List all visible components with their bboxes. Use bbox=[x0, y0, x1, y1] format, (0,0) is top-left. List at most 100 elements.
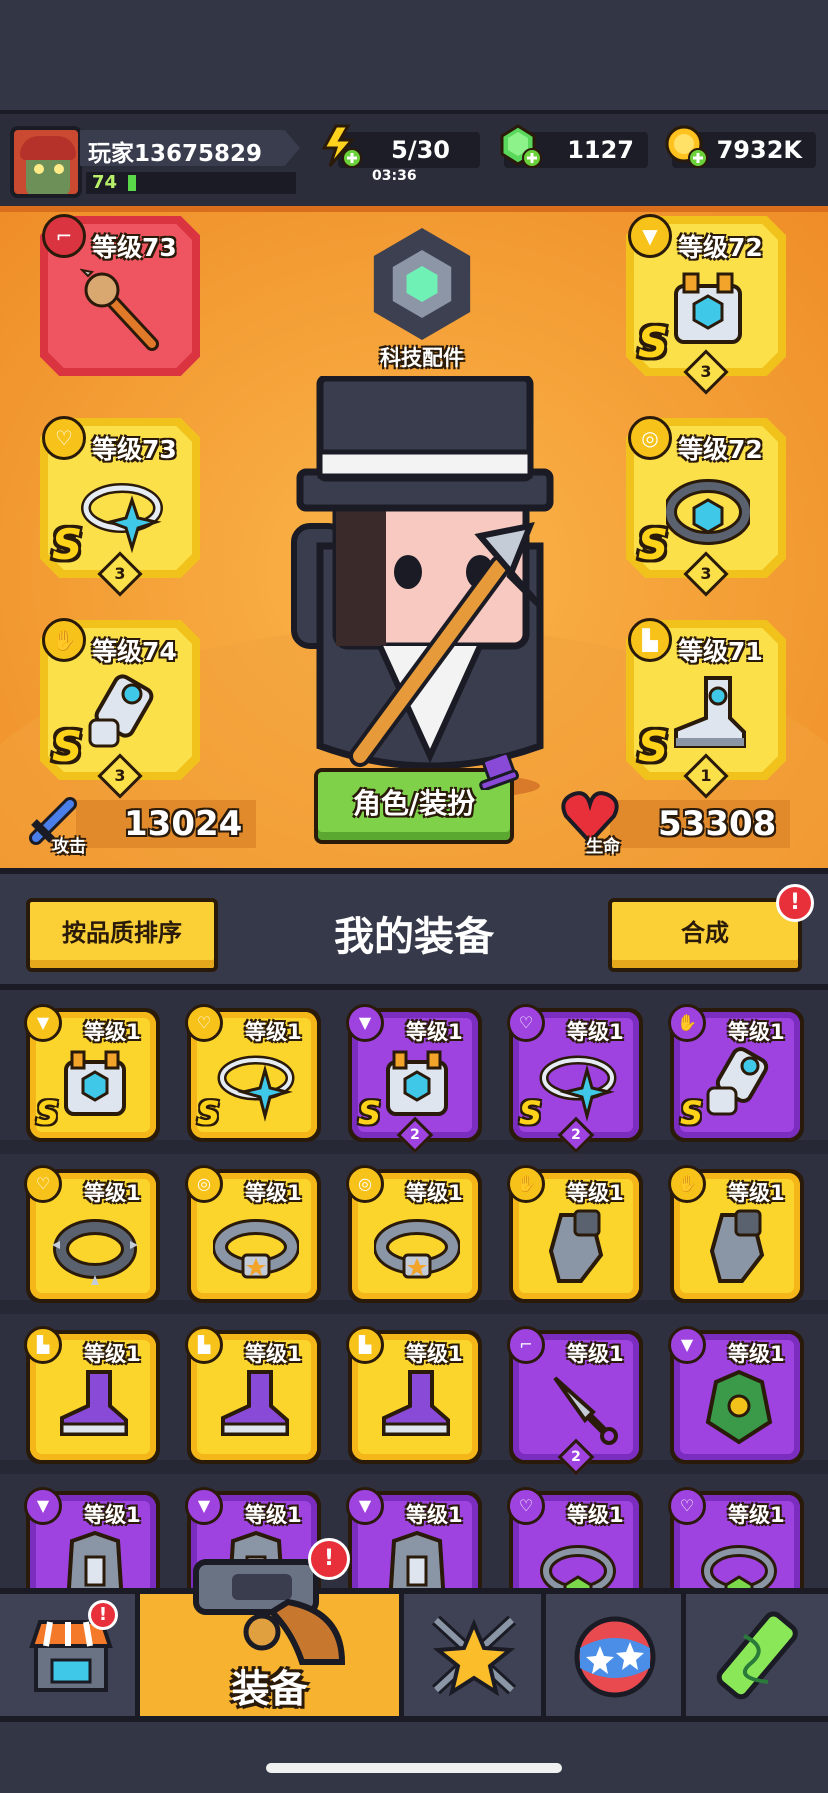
energy-plus-icon[interactable] bbox=[318, 124, 362, 168]
inventory-item[interactable]: ♡ 等级1 S bbox=[185, 1004, 321, 1142]
item-level: 等级1 bbox=[406, 1503, 463, 1527]
tab-equipment[interactable]: 装备 ! bbox=[140, 1538, 404, 1716]
item-level: 等级1 bbox=[84, 1181, 141, 1205]
shirt-icon: ▼ bbox=[24, 1487, 62, 1525]
item-level: 等级1 bbox=[728, 1342, 785, 1366]
equip-slot-level: 等级74 bbox=[92, 637, 177, 666]
star-belt-icon bbox=[213, 1219, 299, 1279]
inventory-item[interactable]: ✋ 等级1 S bbox=[668, 1004, 804, 1142]
sort-by-quality-button[interactable]: 按品质排序 bbox=[26, 898, 218, 972]
star-belt-icon bbox=[374, 1219, 460, 1279]
avatar[interactable] bbox=[10, 126, 82, 198]
equip-slot-level: 等级72 bbox=[678, 233, 763, 262]
coin-plus-icon[interactable] bbox=[664, 124, 708, 168]
equip-slot-gloves[interactable]: ✋ 等级74 S 3 bbox=[40, 618, 200, 799]
gem-plus-icon[interactable] bbox=[498, 124, 542, 168]
equip-slot-boots[interactable]: ▙ 等级71 S 1 bbox=[626, 618, 786, 799]
glove-icon: ✋ bbox=[668, 1165, 706, 1203]
inventory-item[interactable]: ♡ 等级1 bbox=[507, 1487, 643, 1588]
merge-alert-badge: ! bbox=[776, 884, 814, 922]
steel-gauntlet-icon bbox=[548, 1209, 604, 1283]
equipment-section-bar: 按品质排序 我的装备 合成 ! bbox=[0, 868, 828, 990]
inventory-item[interactable]: ✋ 等级1 bbox=[507, 1165, 643, 1303]
item-level: 等级1 bbox=[567, 1503, 624, 1527]
grade-badge: S bbox=[197, 1094, 221, 1132]
steel-gauntlet-icon bbox=[709, 1209, 765, 1283]
character-panel: ⌐ 等级73 ▼ 等级72 S 3 ♡ 等级73 S 3 ◎ 等级72 S 3 … bbox=[0, 206, 828, 868]
inventory-item[interactable]: ♡ 等级1 bbox=[668, 1487, 804, 1588]
bottom-safe-area bbox=[0, 1722, 828, 1793]
mech-gauntlet-icon bbox=[706, 1047, 769, 1116]
item-level: 等级1 bbox=[406, 1181, 463, 1205]
necklace-icon: ♡ bbox=[185, 1004, 223, 1042]
attack-value: 13024 bbox=[124, 804, 243, 844]
gem-ring-icon bbox=[701, 1545, 777, 1588]
item-level: 等级1 bbox=[406, 1020, 463, 1044]
gun-icon: ⌐ bbox=[42, 214, 86, 258]
inventory-item[interactable]: ▼ 等级1 bbox=[668, 1326, 804, 1464]
item-level: 等级1 bbox=[728, 1181, 785, 1205]
section-title: 我的装备 bbox=[334, 914, 494, 960]
mech-armor-icon bbox=[386, 1050, 448, 1116]
item-level: 等级1 bbox=[84, 1503, 141, 1527]
equip-slot-level: 等级71 bbox=[678, 637, 763, 666]
home-indicator[interactable] bbox=[266, 1763, 562, 1773]
leaf-vest-icon bbox=[705, 1369, 773, 1445]
equip-slot-necklace[interactable]: ♡ 等级73 S 3 bbox=[40, 416, 200, 597]
mech-gauntlet-icon bbox=[88, 674, 154, 748]
equipment-alert-badge: ! bbox=[308, 1538, 350, 1580]
shirt-icon: ▼ bbox=[628, 214, 672, 258]
kunai-icon bbox=[553, 1376, 618, 1445]
tech-accessory-button[interactable] bbox=[366, 228, 478, 340]
shirt-icon: ▼ bbox=[346, 1004, 384, 1042]
inventory-item[interactable]: ▼ 等级1 bbox=[24, 1487, 160, 1588]
item-level: 等级1 bbox=[245, 1503, 302, 1527]
inventory-item[interactable]: ▙ 等级1 bbox=[24, 1326, 160, 1464]
glove-icon: ✋ bbox=[668, 1004, 706, 1042]
belt-icon: ◎ bbox=[628, 416, 672, 460]
inventory-item[interactable]: ♡ 等级1 bbox=[24, 1165, 160, 1303]
grade-badge: S bbox=[52, 520, 83, 569]
inventory-item[interactable]: ▼ 等级1 S bbox=[24, 1004, 160, 1142]
equip-slot-belt[interactable]: ◎ 等级72 S 3 bbox=[626, 416, 786, 597]
inventory-item[interactable]: ◎ 等级1 bbox=[346, 1165, 482, 1303]
coin-value: 7932K bbox=[716, 136, 802, 164]
hex-belt-icon bbox=[666, 479, 750, 545]
equip-slot-armor[interactable]: ▼ 等级72 S 3 bbox=[626, 214, 786, 395]
boot-icon: ▙ bbox=[24, 1326, 62, 1364]
shirt-icon: ▼ bbox=[185, 1487, 223, 1525]
inventory-item[interactable]: ▙ 等级1 bbox=[185, 1326, 321, 1464]
tab-skills[interactable] bbox=[546, 1594, 686, 1716]
grade-badge: S bbox=[638, 520, 669, 569]
inventory-item[interactable]: ▼ 等级1 S 2 bbox=[346, 1004, 482, 1154]
grade-badge: S bbox=[358, 1094, 382, 1132]
bottom-tab-bar: ! 装备 ! bbox=[0, 1538, 828, 1722]
star-ring-icon bbox=[81, 483, 163, 554]
status-bar-area bbox=[0, 0, 828, 110]
tab-talent[interactable] bbox=[404, 1594, 546, 1716]
merge-button[interactable]: 合成 bbox=[608, 898, 802, 972]
boot-icon: ▙ bbox=[346, 1326, 384, 1364]
inventory-item[interactable]: ▙ 等级1 bbox=[346, 1326, 482, 1464]
inventory-item[interactable]: ✋ 等级1 bbox=[668, 1165, 804, 1303]
boot-icon: ▙ bbox=[628, 618, 672, 662]
inventory-item[interactable]: ⌐ 等级1 2 bbox=[507, 1326, 643, 1476]
tab-evolve[interactable] bbox=[686, 1594, 828, 1716]
shirt-icon: ▼ bbox=[24, 1004, 62, 1042]
item-level: 等级1 bbox=[406, 1342, 463, 1366]
sneaker-icon bbox=[221, 1370, 289, 1436]
inventory-item[interactable]: ♡ 等级1 S 2 bbox=[507, 1004, 643, 1154]
spiked-club-icon bbox=[80, 268, 159, 351]
tab-equipment-label: 装备 bbox=[231, 1667, 308, 1711]
gem-ring-icon bbox=[540, 1545, 616, 1588]
xp-bar-track bbox=[86, 172, 296, 194]
shirt-icon: ▼ bbox=[668, 1326, 706, 1364]
vest-icon bbox=[66, 1530, 124, 1588]
grade-badge: S bbox=[36, 1094, 60, 1132]
inventory-item[interactable]: ◎ 等级1 bbox=[185, 1165, 321, 1303]
sort-button-label: 按品质排序 bbox=[62, 919, 182, 947]
tab-shop[interactable]: ! bbox=[0, 1594, 140, 1716]
attack-label: 攻击 bbox=[52, 837, 86, 857]
equip-slot-weapon[interactable]: ⌐ 等级73 bbox=[40, 214, 200, 376]
inventory-item[interactable]: ▼ 等级1 bbox=[346, 1487, 482, 1588]
